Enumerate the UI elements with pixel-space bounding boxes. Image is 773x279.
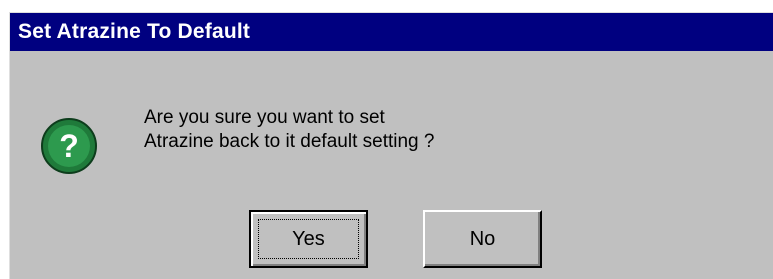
confirm-dialog: Set Atrazine To Default ? Are you sure y…: [9, 12, 773, 279]
message-line-2: Atrazine back to it default setting ?: [144, 131, 435, 152]
title-bar[interactable]: Set Atrazine To Default: [10, 13, 773, 51]
message-line-1: Are you sure you want to set: [144, 107, 385, 128]
question-glyph: ?: [59, 128, 79, 164]
no-button[interactable]: No: [423, 210, 542, 268]
yes-button[interactable]: Yes: [249, 210, 368, 268]
dialog-title: Set Atrazine To Default: [18, 20, 251, 43]
yes-button-label: Yes: [292, 227, 325, 250]
no-button-label: No: [469, 227, 496, 250]
message-text: Are you sure you want to set Atrazine ba…: [144, 106, 434, 154]
question-icon: ?: [39, 116, 99, 176]
